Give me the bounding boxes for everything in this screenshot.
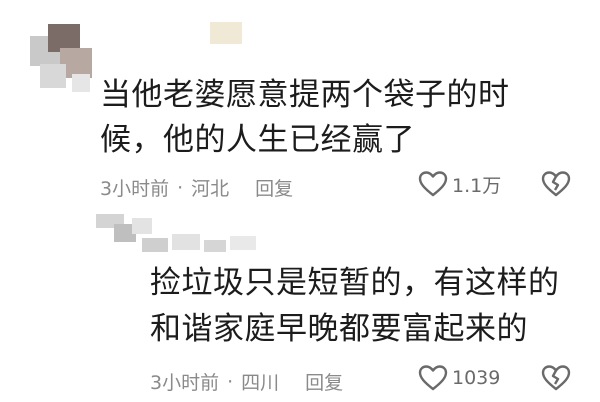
reply-button[interactable]: 回复 <box>305 368 343 395</box>
username-pixelated[interactable] <box>210 22 242 44</box>
comment-text-line2: 和谐家庭早晚都要富起来的 <box>150 311 528 347</box>
comment-meta: 3小时前 · 四川 回复 <box>150 368 343 395</box>
comment-text-line1: 当他老婆愿意提两个袋子的时 <box>100 77 510 113</box>
comment-time: 3小时前 <box>150 372 220 394</box>
like-count: 1.1万 <box>452 174 502 197</box>
comment-text-line2: 候，他的人生已经赢了 <box>100 122 415 158</box>
dislike-button[interactable] <box>540 170 572 202</box>
meta-separator: · <box>177 176 184 199</box>
broken-heart-icon <box>541 171 571 197</box>
username-pixelated[interactable] <box>142 234 262 256</box>
heart-outline-icon <box>418 171 448 197</box>
meta-separator: · <box>227 370 234 393</box>
comment-location: 四川 <box>241 372 280 394</box>
dislike-button[interactable] <box>540 364 572 396</box>
heart-outline-icon <box>418 365 448 391</box>
comment-text-line1: 捡垃圾只是短暂的，有这样的 <box>150 265 560 301</box>
avatar-pixelated[interactable] <box>20 14 100 100</box>
comment-location: 河北 <box>191 178 230 200</box>
like-button[interactable]: 1039 <box>418 364 500 392</box>
reply-button[interactable]: 回复 <box>255 174 293 201</box>
comment-meta: 3小时前 · 河北 回复 <box>100 174 293 201</box>
like-button[interactable]: 1.1万 <box>418 170 501 198</box>
like-count: 1039 <box>452 367 501 389</box>
broken-heart-icon <box>541 365 571 391</box>
comment-time: 3小时前 <box>100 178 170 200</box>
